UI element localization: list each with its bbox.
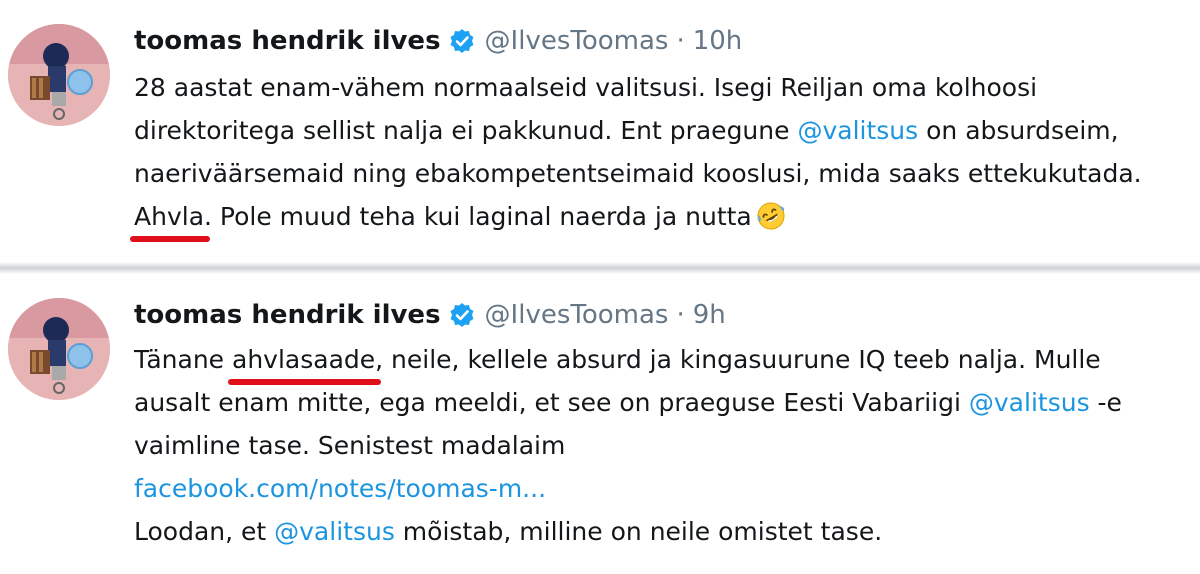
tweet-line: direktoritega sellist nalja ei pakkunud.… [134,109,1200,152]
tweet-line: Ahvla. Pole muud teha kui laginal naerda… [129,195,1200,242]
tweet-timestamp[interactable]: 9h [693,298,726,332]
text-segment: on absurdseim, [918,116,1119,145]
tweet-line: vaimline tase. Senistest madalaim [134,431,566,460]
rolling-on-floor-laughing-emoji [756,201,786,231]
author-handle[interactable]: @IlvesToomas [485,24,669,58]
external-link[interactable]: facebook.com/notes/toomas-m... [134,474,546,503]
text-segment: Loodan, et [134,517,275,546]
text-segment: -e [1089,388,1122,417]
tweet-line: facebook.com/notes/toomas-m... [134,467,1200,510]
tweet-text: 28 aastat enam-vähem normaalseid valitsu… [129,66,1200,242]
text-segment: direktoritega sellist nalja ei pakkunud.… [134,116,798,145]
tweet-2[interactable]: toomas hendrik ilves @IlvesToomas · 9h T… [0,274,1200,574]
avatar[interactable] [8,24,110,126]
tweet-header: toomas hendrik ilves @IlvesToomas · 10h [134,24,742,58]
tweet-line: naeriväärsemaid ning ebakompetentseimaid… [134,159,1142,188]
text-segment: . Pole muud teha kui laginal naerda ja n… [204,202,752,231]
text-segment: , neile, kellele absurd ja kingasuurune … [375,345,1101,374]
underlined-word: ahvlasaade [228,338,382,385]
tweet-1[interactable]: toomas hendrik ilves @IlvesToomas · 10h … [0,0,1200,262]
mention-link[interactable]: @valitsus [274,517,395,546]
mention-link[interactable]: @valitsus [797,116,918,145]
tweet-line: 28 aastat enam-vähem normaalseid valitsu… [134,73,1038,102]
tweet-text: Tänane ahvlasaade, neile, kellele absurd… [134,338,1200,553]
text-segment: mõistab, milline on neile omistet tase. [394,517,883,546]
text-segment: Tänane [134,345,233,374]
author-handle[interactable]: @IlvesToomas [485,298,669,332]
tweet-line: Loodan, et @valitsus mõistab, milline on… [134,510,1200,553]
author-name[interactable]: toomas hendrik ilves [134,24,441,58]
tweet-header: toomas hendrik ilves @IlvesToomas · 9h [134,298,726,332]
tweet-divider [0,262,1200,274]
tweet-line: ausalt enam mitte, ega meeldi, et see on… [134,381,1200,424]
mention-link[interactable]: @valitsus [969,388,1090,417]
header-separator: · [676,300,685,330]
verified-badge-icon [449,302,475,328]
verified-badge-icon [449,28,475,54]
tweet-timestamp[interactable]: 10h [693,24,743,58]
text-segment: ausalt enam mitte, ega meeldi, et see on… [134,388,969,417]
author-name[interactable]: toomas hendrik ilves [134,298,441,332]
avatar[interactable] [8,298,110,400]
header-separator: · [676,26,685,56]
tweet-line: Tänane ahvlasaade, neile, kellele absurd… [134,338,1200,385]
underlined-word: Ahvla [129,195,211,242]
